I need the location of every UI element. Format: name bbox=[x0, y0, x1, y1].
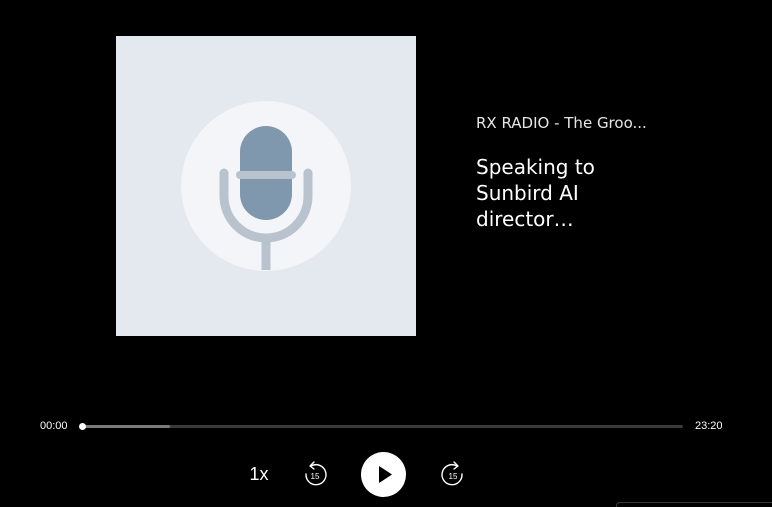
current-time: 00:00 bbox=[40, 420, 68, 432]
play-button[interactable] bbox=[361, 452, 406, 497]
playback-speed-button[interactable]: 1x bbox=[244, 462, 274, 486]
forward-15-icon: 15 bbox=[441, 461, 463, 486]
skip-back-label: 15 bbox=[311, 472, 320, 481]
total-time: 23:20 bbox=[695, 420, 723, 432]
progress-handle[interactable] bbox=[79, 423, 86, 430]
microphone-icon bbox=[181, 101, 351, 271]
episode-cover-art bbox=[116, 36, 416, 336]
progress-bar[interactable] bbox=[80, 425, 683, 428]
skip-back-button[interactable]: 15 bbox=[302, 460, 328, 488]
panel-edge bbox=[616, 502, 772, 507]
skip-forward-button[interactable]: 15 bbox=[440, 460, 466, 488]
show-title[interactable]: RX RADIO - The Groo... bbox=[476, 112, 648, 134]
podcast-player: RX RADIO - The Groo... Speaking to Sunbi… bbox=[0, 0, 772, 507]
play-icon bbox=[379, 466, 392, 483]
skip-forward-label: 15 bbox=[449, 472, 458, 481]
progress-buffered bbox=[80, 425, 170, 428]
rewind-15-icon: 15 bbox=[305, 461, 327, 486]
episode-title[interactable]: Speaking to Sunbird AI director Ernest..… bbox=[476, 154, 636, 232]
episode-info: RX RADIO - The Groo... Speaking to Sunbi… bbox=[476, 112, 648, 232]
